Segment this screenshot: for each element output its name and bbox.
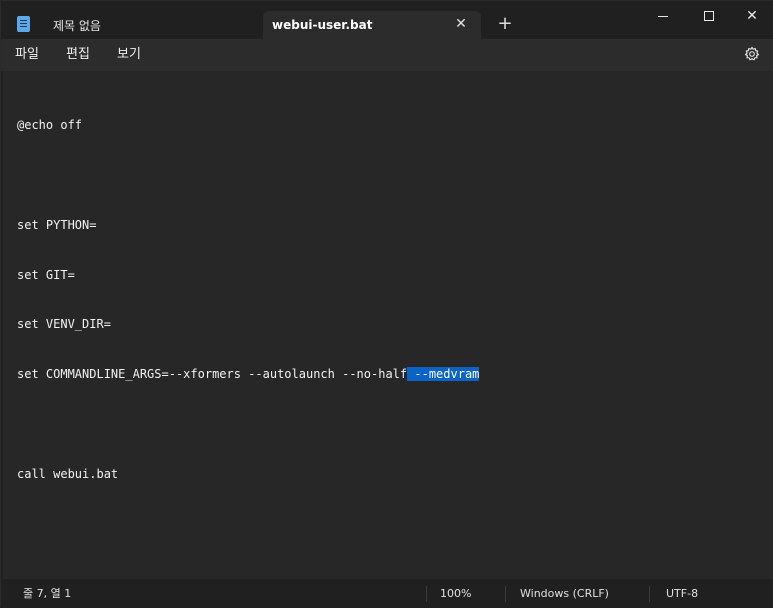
gear-icon[interactable] bbox=[744, 46, 760, 62]
status-divider bbox=[505, 586, 506, 602]
text-editor[interactable]: @echo off set PYTHON= set GIT= set VENV_… bbox=[3, 71, 772, 579]
tab-webui-user-bat[interactable]: webui-user.bat ✕ bbox=[263, 11, 481, 39]
status-divider bbox=[649, 586, 650, 602]
title-bar: 제목 없음 webui-user.bat ✕ + ✕ bbox=[1, 1, 773, 39]
menu-bar: 파일 편집 보기 bbox=[1, 39, 773, 71]
code-line-6-text: set COMMANDLINE_ARGS=--xformers --autola… bbox=[17, 367, 408, 382]
minimize-icon bbox=[658, 15, 668, 17]
code-line-6: set COMMANDLINE_ARGS=--xformers --autola… bbox=[17, 366, 480, 383]
tab-close-icon[interactable]: ✕ bbox=[453, 16, 469, 32]
close-icon: ✕ bbox=[746, 8, 758, 24]
cursor-position: 줄 7, 열 1 bbox=[23, 587, 72, 600]
status-bar: 줄 7, 열 1 100% Windows (CRLF) UTF-8 bbox=[1, 579, 773, 608]
code-line-4: set GIT= bbox=[17, 267, 75, 282]
zoom-level: 100% bbox=[440, 587, 472, 600]
maximize-button[interactable] bbox=[687, 1, 731, 31]
close-window-button[interactable]: ✕ bbox=[730, 1, 773, 31]
menu-view[interactable]: 보기 bbox=[117, 39, 141, 71]
tab-label: 제목 없음 bbox=[53, 18, 101, 33]
selected-text: --medvram bbox=[407, 367, 480, 382]
code-line-5: set VENV_DIR= bbox=[17, 317, 111, 332]
notepad-window: 제목 없음 webui-user.bat ✕ + ✕ 파일 편집 보기 @ech… bbox=[0, 0, 773, 608]
tab-untitled[interactable]: 제목 없음 bbox=[37, 11, 261, 39]
code-line-3: set PYTHON= bbox=[17, 217, 97, 232]
status-divider bbox=[426, 586, 427, 602]
menu-file[interactable]: 파일 bbox=[15, 39, 39, 71]
minimize-button[interactable] bbox=[641, 1, 685, 31]
menu-edit[interactable]: 편집 bbox=[66, 39, 90, 71]
code-line-1: @echo off bbox=[17, 118, 83, 133]
line-ending: Windows (CRLF) bbox=[520, 587, 609, 600]
tab-label: webui-user.bat bbox=[272, 18, 373, 32]
encoding: UTF-8 bbox=[666, 587, 699, 600]
notepad-icon bbox=[17, 16, 30, 32]
maximize-icon bbox=[704, 11, 714, 21]
code-line-8: call webui.bat bbox=[17, 466, 119, 481]
new-tab-plus-icon[interactable]: + bbox=[495, 13, 515, 35]
editor-content: @echo off set PYTHON= set GIT= set VENV_… bbox=[17, 84, 480, 515]
